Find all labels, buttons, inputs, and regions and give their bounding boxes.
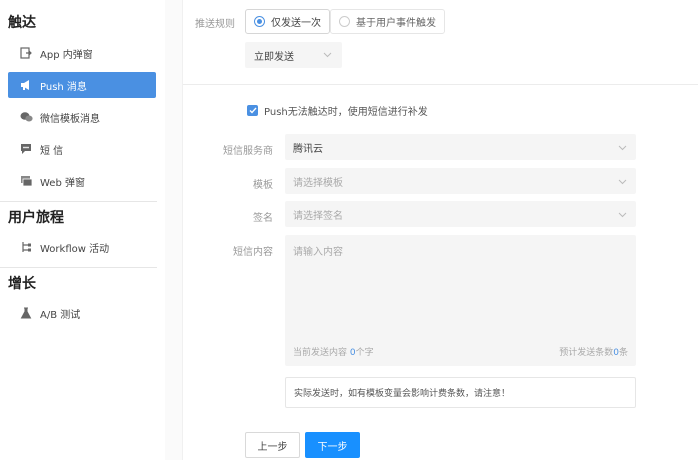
sidebar-item-label: 短 信 <box>40 145 64 157</box>
radio-event-trigger[interactable]: 基于用户事件触发 <box>330 9 445 34</box>
workflow-icon <box>19 240 33 254</box>
sidebar-item-push[interactable]: Push 消息 <box>8 72 156 98</box>
sidebar-item-label: Web 弹窗 <box>40 177 85 189</box>
radio-dot <box>254 16 265 27</box>
section-divider <box>183 84 698 85</box>
sidebar-item-web-popup[interactable]: Web 弹窗 <box>8 168 156 194</box>
sidebar-item-app-popup[interactable]: App 内弹窗 <box>8 40 156 66</box>
template-label: 模板 <box>253 180 273 191</box>
web-popup-icon <box>19 174 33 188</box>
prev-button[interactable]: 上一步 <box>245 432 300 458</box>
chevron-down-icon <box>618 177 627 188</box>
next-button[interactable]: 下一步 <box>305 432 360 458</box>
main-panel: 推送规则 仅发送一次 基于用户事件触发 立即发送 Push无法触达时，使用短信进… <box>165 0 698 460</box>
provider-label: 短信服务商 <box>223 146 273 157</box>
sidebar: 触达 App 内弹窗 Push 消息 微信模板消息 短 信 Web 弹窗 用户旅… <box>0 0 165 460</box>
radio-label: 基于用户事件触发 <box>356 18 436 29</box>
flask-icon <box>19 306 33 320</box>
billing-notice: 实际发送时，如有模板变量会影响计费条数，请注意！ <box>285 377 636 408</box>
template-select[interactable]: 请选择模板 <box>285 168 636 194</box>
sidebar-item-label: A/B 测试 <box>40 309 81 321</box>
radio-dot <box>339 16 350 27</box>
provider-select[interactable]: 腾讯云 <box>285 134 636 160</box>
sidebar-item-label: Push 消息 <box>40 81 87 93</box>
provider-value: 腾讯云 <box>293 143 323 155</box>
sidebar-item-workflow[interactable]: Workflow 活动 <box>8 234 156 260</box>
sidebar-item-label: App 内弹窗 <box>40 49 93 61</box>
sidebar-item-wechat[interactable]: 微信模板消息 <box>8 104 156 130</box>
sidebar-item-ab-test[interactable]: A/B 测试 <box>8 300 156 326</box>
checkbox-label: Push无法触达时，使用短信进行补发 <box>264 107 428 118</box>
megaphone-icon <box>19 78 33 92</box>
send-timing-select[interactable]: 立即发送 <box>245 42 342 68</box>
sms-fallback-checkbox[interactable]: Push无法触达时，使用短信进行补发 <box>247 103 428 118</box>
signature-placeholder: 请选择签名 <box>293 210 343 222</box>
sms-icon <box>19 142 33 156</box>
section-title-growth: 增长 <box>8 276 36 292</box>
content-label: 短信内容 <box>233 247 273 258</box>
sidebar-divider <box>0 201 157 202</box>
signature-select[interactable]: 请选择签名 <box>285 201 636 227</box>
char-count: 当前发送内容 0个字 <box>293 348 374 358</box>
sidebar-divider <box>0 267 157 268</box>
sidebar-item-sms[interactable]: 短 信 <box>8 136 156 162</box>
section-title-reach: 触达 <box>8 15 36 31</box>
radio-label: 仅发送一次 <box>271 18 321 29</box>
estimated-count: 预计发送条数0条 <box>559 348 628 358</box>
app-popup-icon <box>19 46 33 60</box>
sidebar-item-label: Workflow 活动 <box>40 243 110 255</box>
content-gutter <box>165 0 183 460</box>
content-placeholder: 请输入内容 <box>293 247 343 258</box>
send-timing-value: 立即发送 <box>254 51 294 63</box>
chevron-down-icon <box>618 210 627 221</box>
signature-label: 签名 <box>253 213 273 224</box>
sms-content-input[interactable]: 请输入内容 当前发送内容 0个字 预计发送条数0条 <box>285 235 636 366</box>
chevron-down-icon <box>618 143 627 154</box>
section-title-journey: 用户旅程 <box>8 210 64 226</box>
radio-send-once[interactable]: 仅发送一次 <box>245 9 330 34</box>
chevron-down-icon <box>323 50 332 61</box>
sidebar-item-label: 微信模板消息 <box>40 113 100 125</box>
wechat-icon <box>19 110 33 124</box>
checkbox-checked-icon <box>247 105 258 116</box>
template-placeholder: 请选择模板 <box>293 177 343 189</box>
push-rule-label: 推送规则 <box>195 19 235 30</box>
